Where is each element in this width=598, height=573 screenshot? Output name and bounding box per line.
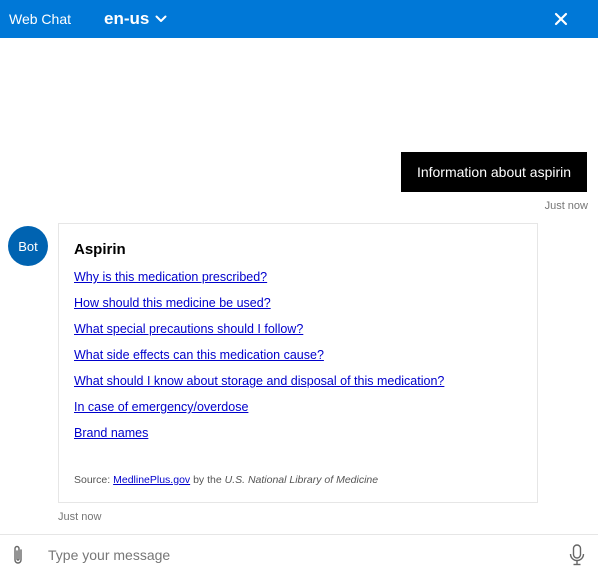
user-message-timestamp: Just now (544, 200, 588, 212)
language-value: en-us (104, 9, 150, 28)
microphone-icon (569, 544, 585, 566)
paperclip-icon (14, 545, 22, 564)
source-prefix: Source: (74, 474, 114, 486)
close-icon (554, 12, 568, 26)
header-title: Web Chat (9, 11, 71, 27)
web-chat-window: Web Chat en-us Information about aspirin… (0, 0, 598, 573)
card-link-how-used[interactable]: How should this medicine be used? (74, 296, 444, 322)
card-link-why-prescribed[interactable]: Why is this medication prescribed? (74, 270, 444, 296)
card-title: Aspirin (74, 241, 126, 258)
close-button[interactable] (552, 10, 570, 28)
card-link-brand-names[interactable]: Brand names (74, 426, 444, 452)
header-bar: Web Chat en-us (0, 0, 598, 38)
attach-button[interactable] (10, 543, 26, 567)
bot-message-timestamp: Just now (58, 511, 102, 523)
message-input[interactable] (48, 544, 538, 566)
card-link-precautions[interactable]: What special precautions should I follow… (74, 322, 444, 348)
source-link[interactable]: MedlinePlus.gov (113, 474, 190, 486)
source-org: U.S. National Library of Medicine (224, 474, 379, 486)
card-link-storage-disposal[interactable]: What should I know about storage and dis… (74, 374, 444, 400)
microphone-button[interactable] (568, 543, 586, 567)
language-dropdown[interactable]: en-us (104, 8, 167, 30)
source-middle: by the (190, 474, 225, 486)
card-link-side-effects[interactable]: What side effects can this medication ca… (74, 348, 444, 374)
bot-message-card: Aspirin Why is this medication prescribe… (58, 223, 538, 503)
user-message-bubble: Information about aspirin (401, 152, 587, 192)
card-link-emergency-overdose[interactable]: In case of emergency/overdose (74, 400, 444, 426)
send-box (0, 534, 598, 573)
card-source-attribution: Source: MedlinePlus.gov by the U.S. Nati… (74, 474, 378, 486)
chevron-down-icon (155, 15, 167, 22)
chat-transcript[interactable]: Information about aspirin Just now Bot A… (0, 38, 598, 534)
bot-avatar: Bot (8, 226, 48, 266)
card-link-list: Why is this medication prescribed? How s… (74, 270, 444, 452)
